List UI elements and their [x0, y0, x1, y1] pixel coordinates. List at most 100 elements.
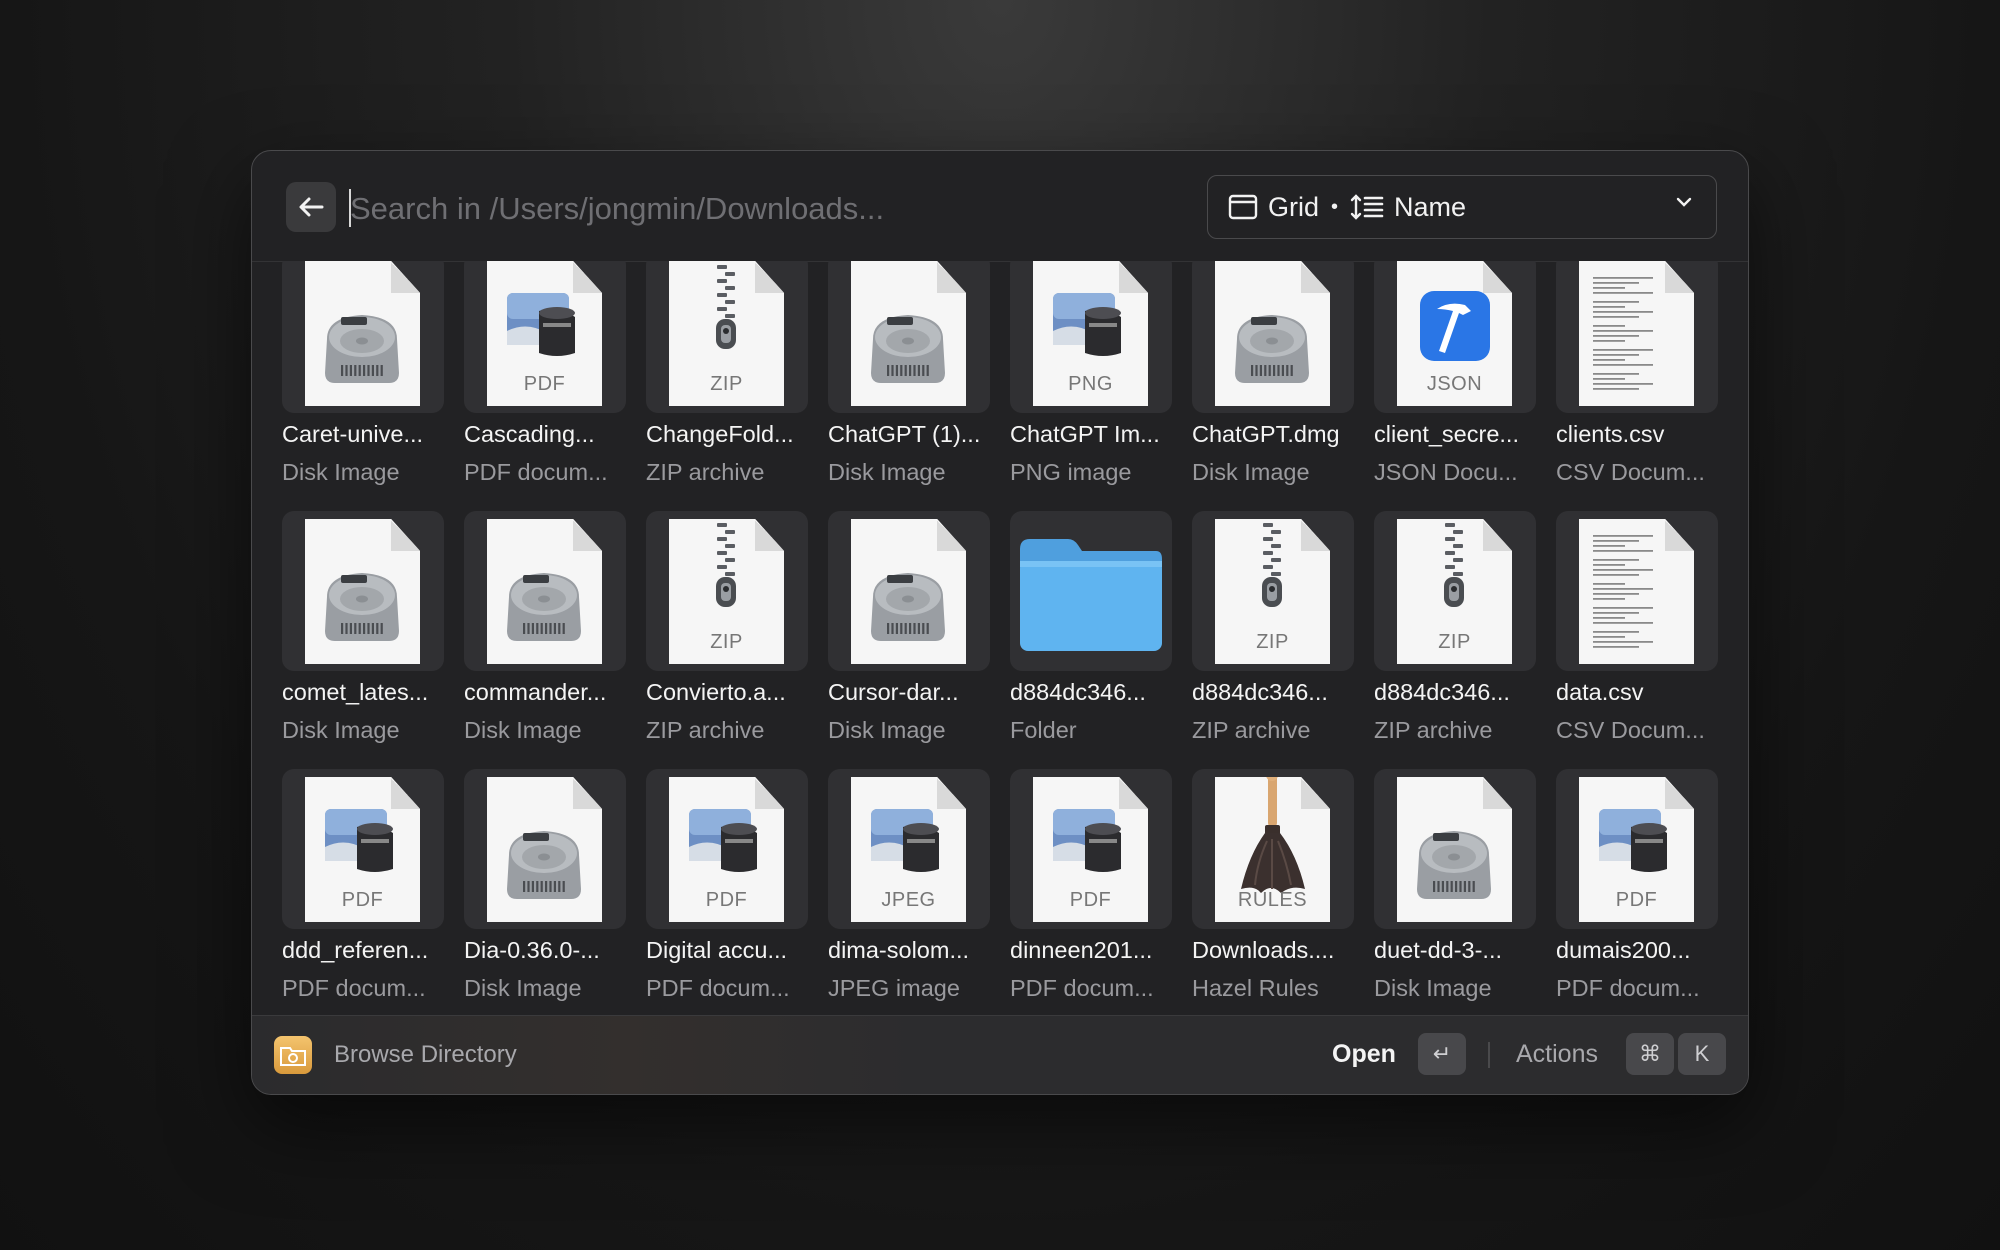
- file-type-badge: ZIP: [710, 373, 743, 395]
- file-item[interactable]: Dia-0.36.0-... Disk Image: [464, 769, 634, 1001]
- preview-icon: JPEG: [851, 777, 966, 922]
- file-name: Downloads....: [1192, 937, 1335, 963]
- file-item[interactable]: PDF Cascading... PDF docum...: [464, 261, 634, 485]
- file-name: dumais200...: [1556, 937, 1691, 963]
- file-thumbnail: ZIP: [646, 261, 808, 413]
- file-item[interactable]: PDF Digital accu... PDF docum...: [646, 769, 816, 1001]
- actions-button[interactable]: Actions: [1516, 1040, 1598, 1069]
- file-type-badge: PDF: [523, 373, 566, 395]
- file-type-badge: PDF: [341, 889, 384, 911]
- file-kind: Disk Image: [464, 717, 582, 743]
- file-item[interactable]: duet-dd-3-... Disk Image: [1374, 769, 1544, 1001]
- zipper-icon: ZIP: [1215, 519, 1330, 664]
- file-item[interactable]: RULES Downloads.... Hazel Rules: [1192, 769, 1362, 1001]
- file-item[interactable]: ZIP Convierto.a... ZIP archive: [646, 511, 816, 743]
- file-name: dima-solom...: [828, 937, 970, 963]
- file-kind: ZIP archive: [646, 717, 765, 743]
- search-input[interactable]: [348, 183, 1182, 235]
- chevron-down-icon: [1676, 197, 1692, 207]
- file-name: Cursor-dar...: [828, 679, 959, 705]
- file-thumbnail: [1374, 769, 1536, 929]
- file-type-badge: PDF: [1069, 889, 1112, 911]
- action-bar: Browse Directory Open ↵ Actions ⌘ K: [252, 1015, 1748, 1094]
- text-document-icon: [1579, 519, 1694, 664]
- file-thumbnail: [1010, 511, 1172, 671]
- zipper-icon: ZIP: [669, 261, 784, 406]
- file-item[interactable]: JPEG dima-solom... JPEG image: [828, 769, 998, 1001]
- file-kind: Disk Image: [828, 717, 946, 743]
- file-kind: Disk Image: [828, 459, 946, 485]
- file-item[interactable]: PDF dinneen201... PDF docum...: [1010, 769, 1180, 1001]
- file-item[interactable]: PNG ChatGPT Im... PNG image: [1010, 261, 1180, 485]
- file-item[interactable]: PDF ddd_referen... PDF docum...: [282, 769, 452, 1001]
- file-item[interactable]: comet_lates... Disk Image: [282, 511, 452, 743]
- file-thumbnail: [1192, 261, 1354, 413]
- disk-image-icon: [851, 261, 966, 406]
- file-name: client_secre...: [1374, 421, 1519, 447]
- file-name: d884dc346...: [1010, 679, 1146, 705]
- file-thumbnail: ZIP: [1374, 511, 1536, 671]
- file-name: data.csv: [1556, 679, 1644, 705]
- open-button[interactable]: Open: [1332, 1040, 1396, 1069]
- file-thumbnail: ZIP: [1192, 511, 1354, 671]
- file-item[interactable]: JSON client_secre... JSON Docu...: [1374, 261, 1544, 485]
- file-browser-window: Grid • Name Caret-unive... Disk Image PDF C…: [251, 150, 1749, 1095]
- file-name: Caret-unive...: [282, 421, 424, 447]
- file-thumbnail: ZIP: [646, 511, 808, 671]
- file-item[interactable]: PDF dumais200... PDF docum...: [1556, 769, 1726, 1001]
- file-kind: JSON Docu...: [1374, 459, 1518, 485]
- file-item[interactable]: clients.csv CSV Docum...: [1556, 261, 1726, 485]
- file-kind: Disk Image: [464, 975, 582, 1001]
- file-name: duet-dd-3-...: [1374, 937, 1503, 963]
- file-item[interactable]: ZIP d884dc346... ZIP archive: [1192, 511, 1362, 743]
- preview-icon: PDF: [1033, 777, 1148, 922]
- view-sort-dropdown[interactable]: Grid • Name: [1207, 175, 1717, 239]
- disk-image-icon: [305, 261, 420, 406]
- disk-image-icon: [1397, 777, 1512, 922]
- file-name: ChatGPT (1)...: [828, 421, 981, 447]
- file-item[interactable]: Cursor-dar... Disk Image: [828, 511, 998, 743]
- folder-icon: [1020, 539, 1162, 651]
- file-thumbnail: [282, 511, 444, 671]
- view-mode-label: Grid: [1268, 191, 1320, 222]
- file-kind: PDF docum...: [1556, 975, 1700, 1001]
- k-key: K: [1678, 1033, 1726, 1075]
- file-name: Dia-0.36.0-...: [464, 937, 600, 963]
- preview-icon: PDF: [487, 261, 602, 406]
- file-item[interactable]: d884dc346... Folder: [1010, 511, 1180, 743]
- file-thumbnail: [464, 511, 626, 671]
- file-type-badge: ZIP: [1256, 631, 1289, 653]
- file-item[interactable]: data.csv CSV Docum...: [1556, 511, 1726, 743]
- file-item[interactable]: Caret-unive... Disk Image: [282, 261, 452, 485]
- file-item[interactable]: ChatGPT.dmg Disk Image: [1192, 261, 1362, 485]
- file-item[interactable]: ZIP d884dc346... ZIP archive: [1374, 511, 1544, 743]
- file-kind: Folder: [1010, 717, 1077, 743]
- file-name: ChatGPT.dmg: [1192, 421, 1340, 447]
- file-thumbnail: JSON: [1374, 261, 1536, 413]
- back-button[interactable]: [286, 182, 336, 232]
- file-kind: Disk Image: [282, 459, 400, 485]
- file-thumbnail: PDF: [282, 769, 444, 929]
- file-thumbnail: [828, 261, 990, 413]
- preview-icon: PDF: [669, 777, 784, 922]
- text-document-icon: [1579, 261, 1694, 406]
- file-kind: PDF docum...: [464, 459, 608, 485]
- command-key: ⌘: [1626, 1033, 1674, 1075]
- file-item[interactable]: ZIP ChangeFold... ZIP archive: [646, 261, 816, 485]
- file-name: Convierto.a...: [646, 679, 786, 705]
- file-thumbnail: PNG: [1010, 261, 1172, 413]
- file-item[interactable]: commander... Disk Image: [464, 511, 634, 743]
- file-kind: Disk Image: [1374, 975, 1492, 1001]
- file-thumbnail: PDF: [1556, 769, 1718, 929]
- preview-icon: PDF: [1579, 777, 1694, 922]
- file-name: ChatGPT Im...: [1010, 421, 1160, 447]
- file-name: comet_lates...: [282, 679, 429, 705]
- file-kind: Disk Image: [1192, 459, 1310, 485]
- zipper-icon: ZIP: [669, 519, 784, 664]
- sort-icon: [1350, 194, 1384, 220]
- file-kind: ZIP archive: [1374, 717, 1493, 743]
- file-kind: Disk Image: [282, 717, 400, 743]
- file-name: Digital accu...: [646, 937, 788, 963]
- arrow-left-icon: [299, 197, 324, 217]
- file-item[interactable]: ChatGPT (1)... Disk Image: [828, 261, 998, 485]
